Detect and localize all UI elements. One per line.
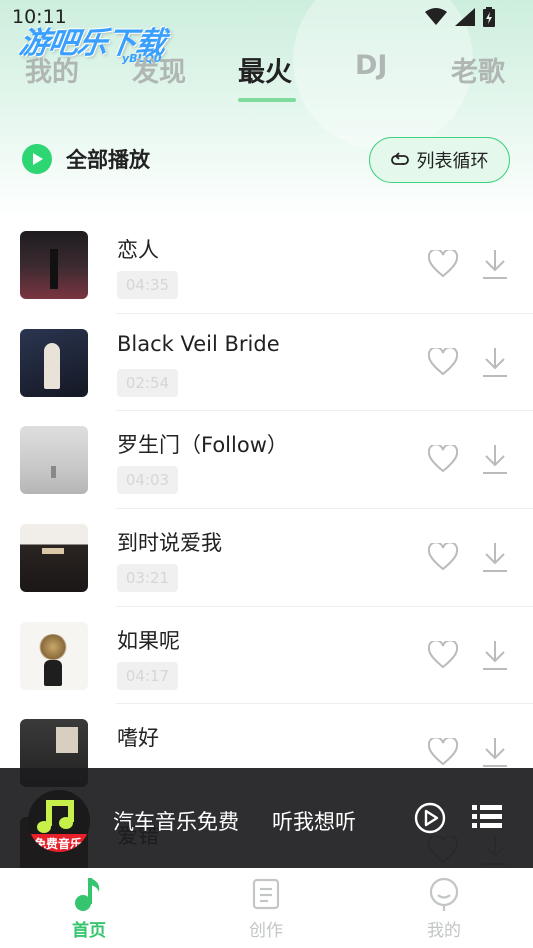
play-icon[interactable]	[414, 802, 446, 834]
download-icon[interactable]	[481, 541, 509, 573]
mini-player[interactable]: 免费音乐 汽车音乐免费 听我想听	[0, 768, 533, 868]
song-row[interactable]: 到时说爱我 03:21	[0, 509, 533, 607]
heart-icon[interactable]	[428, 543, 458, 571]
tab-hottest[interactable]: 最火	[238, 50, 292, 89]
heart-icon[interactable]	[428, 640, 458, 669]
tab-discover[interactable]: 发现	[132, 50, 186, 89]
nav-home-label: 首页	[72, 921, 106, 941]
song-title: 到时说爱我	[117, 531, 222, 556]
loop-mode-label: 列表循环	[416, 151, 489, 172]
play-all-button[interactable]: 全部播放	[22, 144, 150, 174]
download-icon[interactable]	[481, 443, 509, 475]
nav-create-label: 创作	[249, 921, 283, 941]
album-cover	[20, 621, 88, 690]
heart-icon[interactable]	[428, 347, 458, 376]
song-title: 罗生门（Follow）	[117, 433, 288, 458]
song-duration: 04:35	[117, 271, 178, 299]
signal-icon	[455, 8, 475, 26]
battery-icon	[483, 7, 495, 27]
song-row[interactable]: 恋人 04:35	[0, 216, 533, 314]
user-face-icon	[429, 877, 459, 911]
wifi-icon	[425, 8, 447, 25]
song-row[interactable]: 罗生门（Follow） 04:03	[0, 411, 533, 510]
nav-create[interactable]: 创作	[216, 868, 316, 948]
album-cover	[20, 524, 88, 593]
category-tabs: 我的 发现 最火 DJ 老歌	[0, 50, 533, 106]
tab-oldies[interactable]: 老歌	[451, 50, 505, 89]
bottom-navigation: 首页 创作 我的	[0, 868, 533, 948]
song-duration: 03:21	[117, 564, 178, 593]
music-note-icon	[75, 878, 100, 911]
play-circle-icon	[22, 144, 52, 174]
mini-player-title: 汽车音乐免费	[113, 810, 239, 834]
play-all-label: 全部播放	[66, 148, 150, 172]
loop-icon	[390, 152, 409, 165]
tab-mine[interactable]: 我的	[25, 50, 79, 89]
mini-player-song: 听我想听	[272, 810, 356, 834]
nav-mine[interactable]: 我的	[394, 868, 494, 948]
nav-home[interactable]: 首页	[39, 868, 139, 948]
download-icon[interactable]	[481, 736, 509, 768]
album-cover	[20, 426, 88, 495]
album-cover	[20, 328, 88, 397]
heart-icon[interactable]	[428, 445, 458, 473]
status-icons	[425, 7, 495, 27]
song-duration: 04:17	[117, 661, 178, 690]
tab-dj[interactable]: DJ	[355, 50, 387, 81]
song-title: 恋人	[117, 238, 159, 262]
song-title: 如果呢	[117, 628, 180, 653]
download-icon[interactable]	[481, 639, 509, 671]
nav-mine-label: 我的	[427, 921, 461, 941]
song-row[interactable]: Black Veil Bride 02:54	[0, 314, 533, 412]
loop-mode-button[interactable]: 列表循环	[369, 137, 510, 183]
heart-icon[interactable]	[428, 738, 458, 766]
album-cover	[20, 231, 88, 299]
download-icon[interactable]	[481, 248, 509, 280]
song-title: Black Veil Bride	[117, 331, 280, 356]
download-icon[interactable]	[481, 346, 509, 378]
song-duration: 02:54	[117, 368, 178, 397]
heart-icon[interactable]	[428, 250, 458, 278]
playlist-icon[interactable]	[472, 802, 502, 832]
mini-player-cover-label: 免费音乐	[34, 837, 83, 851]
song-title: 嗜好	[117, 726, 159, 751]
document-icon	[252, 878, 280, 910]
mini-player-cover: 免费音乐	[28, 790, 90, 852]
song-duration: 04:03	[117, 466, 178, 495]
active-tab-indicator	[238, 98, 296, 102]
song-row[interactable]: 如果呢 04:17	[0, 607, 533, 705]
